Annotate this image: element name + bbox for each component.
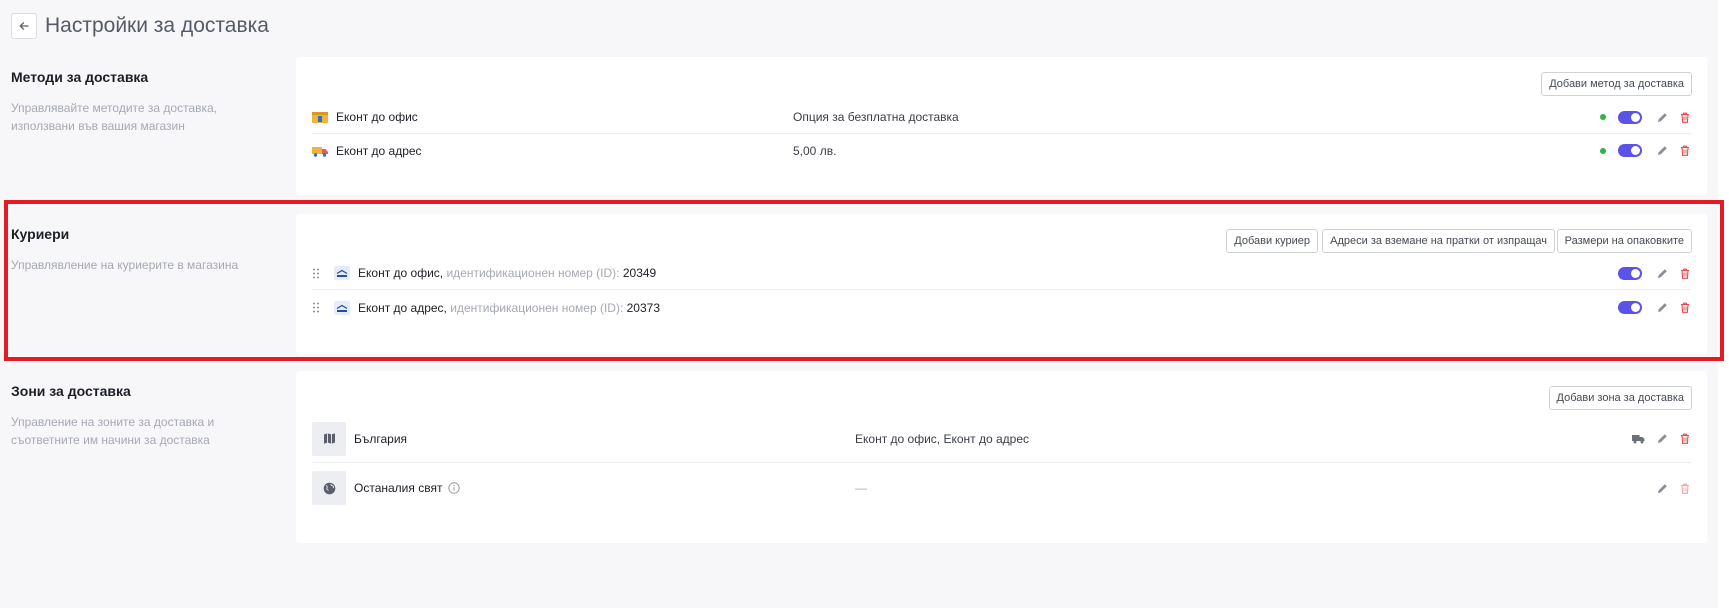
office-box-icon xyxy=(312,112,328,123)
trash-icon xyxy=(1681,302,1689,313)
method-detail: 5,00 лв. xyxy=(793,143,837,158)
method-actions xyxy=(1600,134,1691,167)
courier-id-label: идентификационен номер (ID): xyxy=(450,300,624,315)
page-title: Настройки за доставка xyxy=(45,14,269,37)
trash-icon xyxy=(1681,145,1689,156)
method-toggle[interactable] xyxy=(1618,144,1642,157)
active-status-dot xyxy=(1600,114,1606,120)
zone-actions xyxy=(1656,464,1691,512)
courier-label: Еконт до офис, xyxy=(358,266,444,280)
add-courier-button[interactable]: Добави куриер xyxy=(1226,229,1318,253)
edit-button[interactable] xyxy=(1656,266,1668,280)
courier-actions xyxy=(1618,257,1691,289)
couriers-section-title: Куриери xyxy=(11,226,70,242)
shipping-button[interactable] xyxy=(1631,432,1645,446)
edit-button[interactable] xyxy=(1656,432,1668,446)
zones-section-description: Управление на зоните за доставка и съотв… xyxy=(11,415,215,447)
method-name: Еконт до адрес xyxy=(336,143,422,158)
edit-button[interactable] xyxy=(1656,301,1668,315)
econt-logo-icon xyxy=(334,266,350,280)
drag-handle-icon[interactable] xyxy=(312,302,320,313)
trash-icon xyxy=(1681,112,1689,123)
econt-logo-icon xyxy=(334,300,350,315)
courier-id-label: идентификационен номер (ID): xyxy=(446,266,620,280)
pencil-icon xyxy=(1657,268,1667,278)
page-header: Настройки за доставка xyxy=(11,11,269,41)
zone-methods: — xyxy=(855,481,867,495)
delete-button[interactable] xyxy=(1679,144,1691,158)
courier-name: Еконт до адрес, идентификационен номер (… xyxy=(358,301,660,315)
courier-toggle[interactable] xyxy=(1618,301,1642,314)
zone-row: Останалия свят — xyxy=(312,464,1691,512)
trash-icon xyxy=(1681,483,1689,494)
trash-icon xyxy=(1681,433,1689,444)
edit-button[interactable] xyxy=(1656,144,1668,158)
add-zone-button[interactable]: Добави зона за доставка xyxy=(1548,386,1692,410)
zones-section-title: Зони за доставка xyxy=(11,383,131,399)
method-detail: Опция за безплатна доставка xyxy=(793,110,959,124)
active-status-dot xyxy=(1600,147,1606,154)
zone-methods: Еконт до офис, Еконт до адрес xyxy=(855,431,1029,446)
delete-button[interactable] xyxy=(1679,110,1691,124)
zone-name: България xyxy=(354,431,408,446)
trash-icon xyxy=(1681,268,1689,279)
zone-icon xyxy=(312,421,346,456)
courier-label: Еконт до адрес, xyxy=(358,300,447,315)
courier-row: Еконт до адрес, идентификационен номер (… xyxy=(312,291,1691,324)
edit-button[interactable] xyxy=(1656,481,1668,495)
zone-name: Останалия свят xyxy=(354,481,443,495)
method-row: Еконт до адрес 5,00 лв. xyxy=(312,134,1691,167)
zone-row: България Еконт до офис, Еконт до адрес xyxy=(312,415,1691,463)
courier-id: 20349 xyxy=(622,266,657,280)
couriers-card: Размери на опаковките Адреси за вземане … xyxy=(296,214,1707,354)
courier-row: Еконт до офис, идентификационен номер (I… xyxy=(312,257,1691,290)
delivery-truck-icon xyxy=(312,146,328,157)
zone-actions xyxy=(1631,415,1691,462)
pencil-icon xyxy=(1657,146,1667,155)
arrow-left-icon xyxy=(19,22,29,30)
truck-icon xyxy=(1631,434,1644,443)
pencil-icon xyxy=(1657,303,1667,312)
methods-section-title: Методи за доставка xyxy=(11,69,149,85)
courier-id: 20373 xyxy=(626,300,660,315)
methods-section-description: Управлявайте методите за доставка, изпол… xyxy=(11,101,218,133)
delete-button[interactable] xyxy=(1679,301,1691,315)
pencil-icon xyxy=(1657,112,1667,122)
delete-button[interactable] xyxy=(1679,432,1691,446)
courier-toggle[interactable] xyxy=(1618,266,1642,280)
delete-button-disabled xyxy=(1679,481,1691,495)
method-toggle[interactable] xyxy=(1618,110,1642,124)
add-method-button[interactable]: Добави метод за доставка xyxy=(1541,72,1692,96)
zones-card: Добави зона за доставка България Еконт д… xyxy=(296,371,1707,543)
courier-actions xyxy=(1618,291,1691,324)
page-edge xyxy=(1718,0,1729,608)
method-actions xyxy=(1600,101,1691,133)
method-name: Еконт до офис xyxy=(336,110,418,124)
method-row: Еконт до офис Опция за безплатна доставк… xyxy=(312,101,1691,134)
globe-icon xyxy=(323,482,335,494)
couriers-section-description: Управлявление на куриерите в магазина xyxy=(11,258,239,272)
pickup-addresses-button[interactable]: Адреси за вземане на пратки от изпращач xyxy=(1322,229,1555,253)
map-icon xyxy=(323,433,335,444)
back-button[interactable] xyxy=(11,13,37,39)
delete-button[interactable] xyxy=(1679,266,1691,280)
pencil-icon xyxy=(1657,434,1667,443)
drag-handle-icon[interactable] xyxy=(312,268,320,279)
courier-name: Еконт до офис, идентификационен номер (I… xyxy=(358,266,656,280)
pencil-icon xyxy=(1657,483,1667,493)
info-icon[interactable] xyxy=(448,482,461,494)
edit-button[interactable] xyxy=(1656,110,1668,124)
methods-card: Добави метод за доставка Еконт до офис О… xyxy=(296,57,1707,195)
zone-icon xyxy=(312,471,346,505)
package-sizes-button[interactable]: Размери на опаковките xyxy=(1556,229,1692,253)
